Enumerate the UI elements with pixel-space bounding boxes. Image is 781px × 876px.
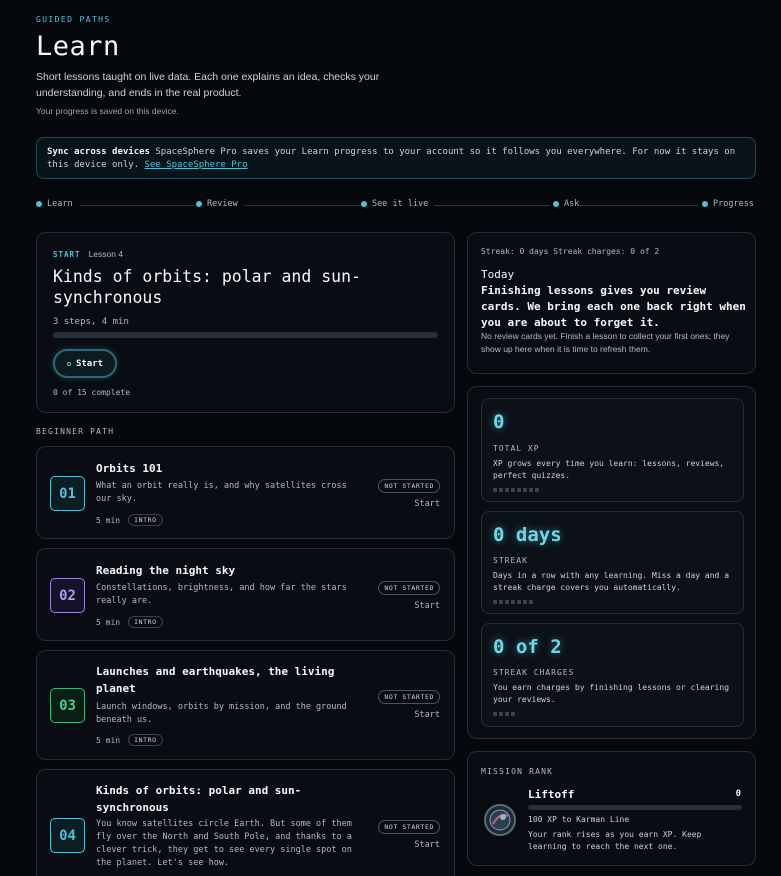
step-dot-icon <box>36 201 42 207</box>
next-rank-text: 100 XP to Karman Line <box>528 815 630 824</box>
lesson-number-badge: 02 <box>50 578 85 613</box>
rank-xp: 0 <box>735 789 741 799</box>
path-label: BEGINNER PATH <box>36 427 115 436</box>
status-badge: NOT STARTED <box>378 820 440 834</box>
progress-stepper: Learn Review See it live Ask Progress <box>36 199 756 213</box>
lesson-start-link[interactable]: Start <box>414 840 440 850</box>
lesson-number-badge: 01 <box>50 476 85 511</box>
lesson-start-link[interactable]: Start <box>414 601 440 611</box>
stat-label: TOTAL XP <box>493 444 540 453</box>
stat-description: You earn charges by finishing lessons or… <box>493 683 730 704</box>
stats-card: 0 TOTAL XP XP grows every time you learn… <box>467 386 756 739</box>
mission-rank-label: MISSION RANK <box>481 767 554 776</box>
completion-count: 0 of 15 complete <box>53 388 131 397</box>
next-lesson-card: START Lesson 4 Kinds of orbits: polar an… <box>36 232 455 413</box>
lesson-number: Lesson 4 <box>88 249 124 259</box>
mission-rank-card: MISSION RANK Liftoff 0 100 XP to Karman … <box>467 751 756 866</box>
status-badge: NOT STARTED <box>378 690 440 704</box>
start-tag: START <box>53 249 81 259</box>
stat-dots <box>493 712 515 716</box>
lesson-title: Reading the night sky <box>96 564 236 577</box>
streak-summary: Streak: 0 days Streak charges: 0 of 2 <box>481 247 660 256</box>
stat-value: 0 <box>493 411 505 433</box>
rank-explainer: Your rank rises as you earn XP. Keep lea… <box>528 830 702 851</box>
review-empty-note: No review cards yet. Finish a lesson to … <box>481 331 730 354</box>
stat-label: STREAK <box>493 556 528 565</box>
page-eyebrow: GUIDED PATHS <box>36 15 111 24</box>
lesson-start-link[interactable]: Start <box>414 499 440 509</box>
today-heading: Today <box>481 268 515 281</box>
lesson-card[interactable]: 02 Reading the night sky Constellations,… <box>36 548 455 641</box>
page-lede: Short lessons taught on live data. Each … <box>36 71 380 99</box>
step-ask[interactable]: Ask <box>553 199 579 209</box>
lesson-duration: 5 min <box>96 515 121 525</box>
stat-dots <box>493 600 533 604</box>
lesson-duration: 5 min <box>96 617 121 627</box>
stat-value: 0 of 2 <box>493 636 562 658</box>
lesson-description: Constellations, brightness, and how far … <box>96 583 347 606</box>
lesson-card[interactable]: 01 Orbits 101 What an orbit really is, a… <box>36 446 455 539</box>
stepper-line <box>434 205 550 206</box>
stat-value: 0 days <box>493 524 562 546</box>
stepper-line <box>580 205 698 206</box>
next-lesson-meta: 3 steps, 4 min <box>53 317 129 327</box>
lesson-description: What an orbit really is, and why satelli… <box>96 481 347 504</box>
lesson-number-badge: 03 <box>50 688 85 723</box>
stat-description: XP grows every time you learn: lessons, … <box>493 459 725 480</box>
step-progress[interactable]: Progress <box>702 199 754 209</box>
rank-progress-bar <box>528 805 742 810</box>
stat-label: STREAK CHARGES <box>493 668 575 677</box>
status-badge: NOT STARTED <box>378 479 440 493</box>
rank-name: Liftoff <box>528 788 575 801</box>
start-lesson-button[interactable]: Start <box>53 349 117 378</box>
step-see-it-live[interactable]: See it live <box>361 199 428 209</box>
step-learn[interactable]: Learn <box>36 199 73 209</box>
step-dot-icon <box>702 201 708 207</box>
next-lesson-progress-bar <box>53 332 438 338</box>
sync-banner: Sync across devices SpaceSphere Pro save… <box>36 137 756 179</box>
intro-chip: INTRO <box>128 514 163 526</box>
total-xp-stat: 0 TOTAL XP XP grows every time you learn… <box>481 398 744 502</box>
start-dot-icon <box>66 361 71 366</box>
lesson-title: Orbits 101 <box>96 462 163 475</box>
streak-stat: 0 days STREAK Days in a row with any lea… <box>481 511 744 614</box>
rank-badge-icon <box>484 804 516 836</box>
stat-dots <box>493 488 539 492</box>
stepper-line <box>244 205 362 206</box>
lesson-title: Kinds of orbits: polar and sun-synchrono… <box>96 784 302 814</box>
intro-chip: INTRO <box>128 616 163 628</box>
step-dot-icon <box>196 201 202 207</box>
step-dot-icon <box>361 201 367 207</box>
status-badge: NOT STARTED <box>378 581 440 595</box>
next-lesson-title: Kinds of orbits: polar and sun-synchrono… <box>53 267 361 307</box>
step-review[interactable]: Review <box>196 199 238 209</box>
sync-banner-title: Sync across devices <box>47 147 150 157</box>
lesson-description: You know satellites circle Earth. But so… <box>96 819 352 868</box>
lesson-description: Launch windows, orbits by mission, and t… <box>96 702 347 725</box>
lesson-card[interactable]: 04 Kinds of orbits: polar and sun-synchr… <box>36 769 455 876</box>
review-explainer: Finishing lessons gives you review cards… <box>481 284 746 329</box>
saved-note: Your progress is saved on this device. <box>36 106 179 116</box>
lesson-start-link[interactable]: Start <box>414 710 440 720</box>
page-title: Learn <box>36 31 120 62</box>
step-dot-icon <box>553 201 559 207</box>
lesson-number-badge: 04 <box>50 818 85 853</box>
stepper-line <box>80 205 196 206</box>
review-card: Streak: 0 days Streak charges: 0 of 2 To… <box>467 232 756 374</box>
lesson-title: Launches and earthquakes, the living pla… <box>96 665 335 695</box>
lesson-duration: 5 min <box>96 735 121 745</box>
lesson-card[interactable]: 03 Launches and earthquakes, the living … <box>36 650 455 760</box>
streak-charges-stat: 0 of 2 STREAK CHARGES You earn charges b… <box>481 623 744 727</box>
intro-chip: INTRO <box>128 734 163 746</box>
stat-description: Days in a row with any learning. Miss a … <box>493 571 730 592</box>
spacesphere-pro-link[interactable]: See SpaceSphere Pro <box>145 160 248 170</box>
